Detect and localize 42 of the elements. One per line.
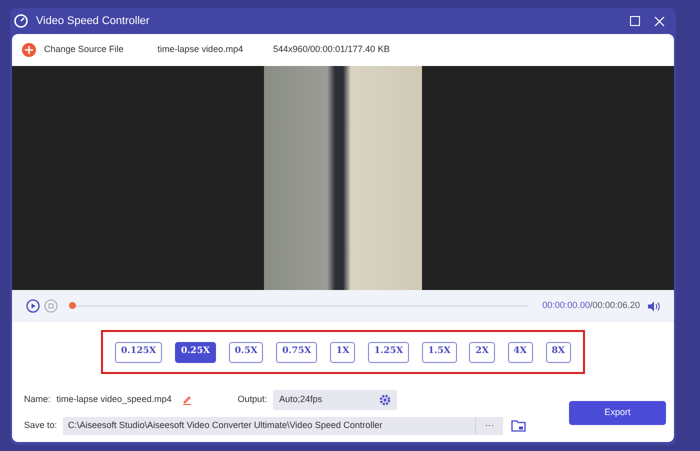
name-label: Name: [24,393,51,406]
rename-button[interactable] [182,395,192,405]
save-path-value: C:\Aiseesoft Studio\Aiseesoft Video Converter Ultimate\Video Speed Controller [68,419,382,432]
speed-option[interactable]: 0.125X [115,342,162,362]
file-info: 544x960/00:00:01/177.40 KB [273,43,390,56]
change-source-button[interactable]: Change Source File [22,43,124,57]
pencil-icon [182,395,192,405]
window-title: Video Speed Controller [36,14,150,29]
browse-button[interactable]: ··· [475,417,504,435]
speed-option[interactable]: 0.5X [228,342,264,362]
close-icon [654,16,665,26]
speed-option[interactable]: 1.25X [368,342,410,362]
output-field[interactable]: Auto;24fps [273,390,398,410]
file-name: time-lapse video.mp4 [158,43,244,56]
play-button[interactable] [26,299,40,313]
progress-handle[interactable] [69,302,76,309]
speed-option[interactable]: 1.5X [422,342,457,362]
stop-icon [44,299,58,313]
speed-option[interactable]: 1X [330,342,356,362]
name-value: time-lapse video_speed.mp4 [56,393,172,406]
add-icon [22,43,36,57]
maximize-icon [630,16,640,26]
output-label: Output: [238,393,268,406]
speed-option[interactable]: 8X [546,342,571,362]
volume-icon[interactable] [648,300,660,312]
total-time: /00:00:06.20 [590,300,640,310]
speed-option[interactable]: 0.75X [276,342,318,362]
speedometer-icon [14,14,28,28]
save-to-label: Save to: [24,419,58,432]
save-path-field[interactable]: C:\Aiseesoft Studio\Aiseesoft Video Converter Ultimate\Video Speed Controller [63,417,476,435]
maximize-button[interactable] [630,15,642,27]
open-folder-button[interactable] [511,420,526,432]
speed-option[interactable]: 0.25X [175,342,216,362]
output-value: Auto;24fps [279,393,322,406]
play-icon [26,299,40,313]
speed-option[interactable]: 2X [469,342,495,362]
current-time: 00:00:00.00 [542,300,590,310]
export-button[interactable]: Export [569,401,666,425]
close-button[interactable] [654,15,666,27]
settings-icon[interactable] [379,394,392,406]
folder-icon [511,420,526,432]
speed-option[interactable]: 4X [508,342,533,362]
